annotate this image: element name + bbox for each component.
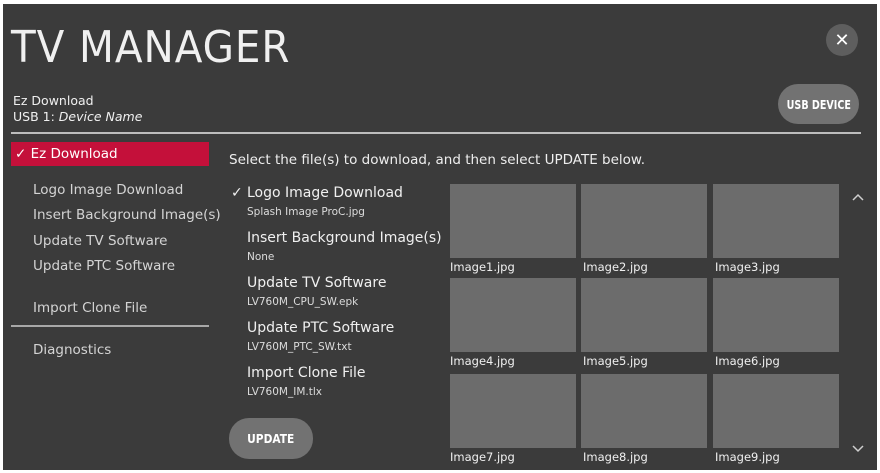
header-divider: [11, 132, 861, 134]
file-option-update-ptc-software[interactable]: Update PTC Software: [247, 320, 394, 336]
image-thumbnail[interactable]: [581, 278, 707, 352]
file-option-label: Update PTC Software: [247, 320, 395, 336]
file-name: LV760M_CPU_SW.epk: [247, 296, 359, 308]
checkmark-icon: ✓: [231, 185, 243, 201]
image-label: Image6.jpg: [715, 354, 780, 368]
update-button[interactable]: UPDATE: [229, 418, 313, 459]
image-thumbnail[interactable]: [581, 374, 707, 448]
menu-item-update-tv-software[interactable]: Update TV Software: [33, 233, 167, 249]
image-label: Image8.jpg: [583, 450, 648, 464]
file-option-label: Update TV Software: [247, 275, 387, 291]
device-name: Device Name: [58, 109, 143, 124]
menu-item-insert-background-images[interactable]: Insert Background Image(s): [33, 207, 221, 223]
file-option-update-tv-software[interactable]: Update TV Software: [247, 275, 386, 291]
tv-manager-screen: TV MANAGER ✕ Ez Download USB 1: Device N…: [3, 4, 877, 470]
image-thumbnail[interactable]: [450, 278, 576, 352]
image-thumbnail[interactable]: [450, 184, 576, 258]
menu-item-diagnostics[interactable]: Diagnostics: [33, 342, 111, 358]
menu-item-logo-image-download[interactable]: Logo Image Download: [33, 182, 183, 198]
file-name: None: [247, 251, 275, 263]
file-name: LV760M_IM.tlx: [247, 386, 322, 398]
file-option-import-clone-file[interactable]: Import Clone File: [247, 365, 366, 381]
header-info: Ez Download USB 1: Device Name: [13, 93, 142, 125]
file-option-insert-background-images[interactable]: Insert Background Image(s): [247, 230, 442, 246]
image-thumbnail[interactable]: [713, 374, 839, 448]
file-option-logo-image-download[interactable]: ✓ Logo Image Download: [231, 185, 403, 201]
image-thumbnail[interactable]: [713, 278, 839, 352]
image-label: Image9.jpg: [715, 450, 780, 464]
menu-divider: [11, 325, 209, 327]
page-title: TV MANAGER: [11, 22, 291, 73]
image-label: Image1.jpg: [450, 260, 515, 274]
menu-item-ez-download[interactable]: ✓ Ez Download: [11, 142, 209, 166]
usb-device-button-label: USB DEVICE: [786, 96, 851, 112]
update-button-label: UPDATE: [247, 431, 295, 446]
section-name: Ez Download: [13, 93, 94, 108]
file-option-label: Import Clone File: [247, 365, 366, 381]
image-label: Image5.jpg: [583, 354, 648, 368]
image-label: Image2.jpg: [583, 260, 648, 274]
file-option-label: Insert Background Image(s): [247, 230, 442, 246]
image-thumbnail[interactable]: [450, 374, 576, 448]
image-label: Image3.jpg: [715, 260, 780, 274]
menu-item-import-clone-file[interactable]: Import Clone File: [33, 300, 147, 316]
usb-device-line: USB 1: Device Name: [13, 109, 142, 125]
image-label: Image7.jpg: [450, 450, 515, 464]
file-name: Splash Image ProC.jpg: [247, 206, 365, 218]
close-button[interactable]: ✕: [826, 24, 858, 56]
file-option-label: Logo Image Download: [247, 185, 403, 201]
file-name: LV760M_PTC_SW.txt: [247, 341, 352, 353]
chevron-up-icon[interactable]: [851, 190, 865, 204]
image-thumbnail[interactable]: [581, 184, 707, 258]
usb-prefix: USB 1:: [13, 109, 59, 124]
image-thumbnail[interactable]: [713, 184, 839, 258]
image-label: Image4.jpg: [450, 354, 515, 368]
chevron-down-icon[interactable]: [851, 442, 865, 456]
close-icon: ✕: [834, 29, 850, 51]
menu-item-update-ptc-software[interactable]: Update PTC Software: [33, 258, 175, 274]
instruction-text: Select the file(s) to download, and then…: [229, 152, 646, 168]
usb-device-button[interactable]: USB DEVICE: [778, 84, 859, 124]
